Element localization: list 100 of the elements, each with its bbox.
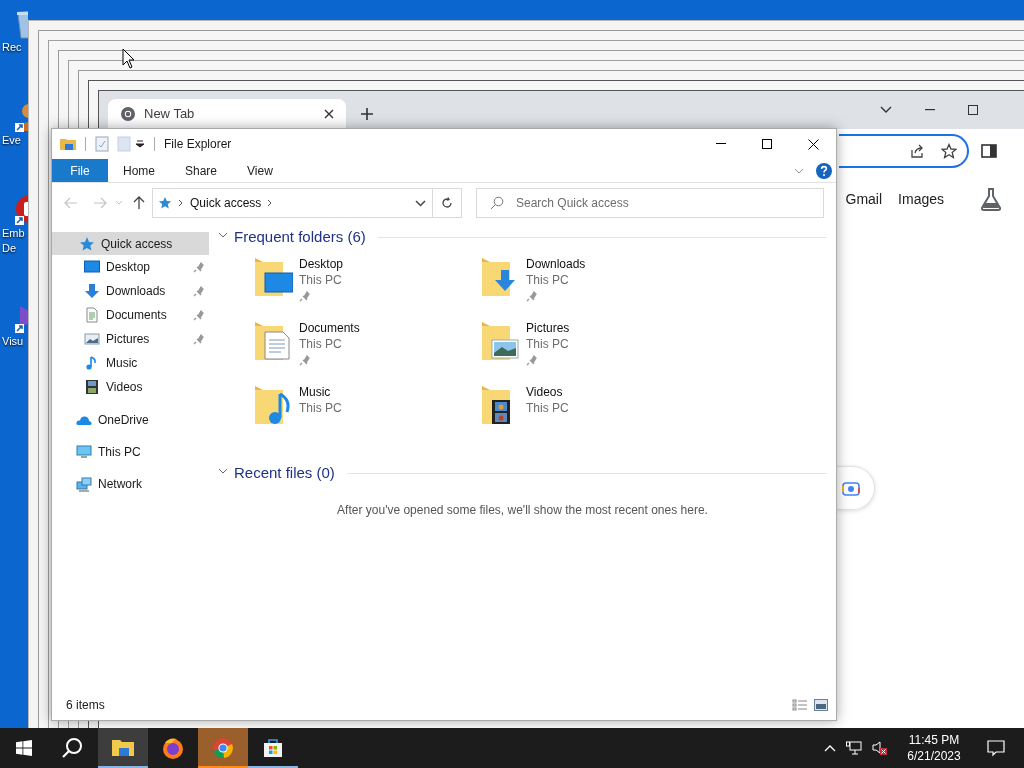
- desktop-icon-label[interactable]: Rec: [2, 40, 22, 55]
- nav-item[interactable]: This PC: [52, 440, 209, 463]
- dropdown-icon[interactable]: [135, 140, 145, 148]
- shopping-bag-icon: [261, 736, 285, 760]
- section-header[interactable]: Frequent folders (6): [234, 225, 366, 249]
- search-icon[interactable]: [61, 737, 83, 759]
- folder-name: Documents: [299, 320, 360, 336]
- close-icon: [807, 138, 819, 150]
- folder-name: Videos: [526, 384, 564, 400]
- camera-icon[interactable]: [842, 480, 860, 496]
- folder-icon: [480, 320, 520, 362]
- desktop-icon-label[interactable]: De: [2, 241, 17, 256]
- address-text: Quick access: [190, 195, 262, 212]
- star-icon[interactable]: [941, 143, 957, 159]
- nav-item[interactable]: Pictures: [52, 327, 209, 351]
- folder-name: Pictures: [526, 320, 570, 336]
- refresh-button[interactable]: [433, 188, 462, 218]
- network-icon[interactable]: [846, 741, 862, 755]
- flask-icon[interactable]: [980, 187, 1002, 211]
- address-bar[interactable]: Quick access: [152, 188, 433, 218]
- folder-location: This PC: [526, 272, 570, 288]
- plus-icon[interactable]: [360, 107, 374, 121]
- folder-name: Music: [299, 384, 332, 400]
- folder-location: This PC: [299, 272, 343, 288]
- star-icon: [79, 235, 95, 252]
- close-icon[interactable]: [324, 109, 334, 119]
- help-icon[interactable]: [816, 162, 832, 179]
- up-arrow-icon[interactable]: [133, 196, 145, 210]
- chevron-right-icon: [178, 199, 184, 207]
- monitor-icon: [84, 259, 100, 275]
- section-header[interactable]: Recent files (0): [234, 461, 335, 485]
- folder-location: This PC: [299, 400, 342, 416]
- link[interactable]: Gmail: [845, 188, 883, 210]
- ribbon-tab[interactable]: View: [232, 159, 288, 182]
- ribbon-tab[interactable]: Share: [170, 159, 233, 182]
- folder-location: This PC: [526, 336, 570, 352]
- chevron-right-icon: [267, 199, 274, 207]
- address-bar[interactable]: [839, 134, 969, 168]
- folder-icon[interactable]: [60, 137, 76, 151]
- image-icon: [84, 331, 100, 347]
- tiles-view-icon[interactable]: [814, 699, 828, 711]
- nav-item[interactable]: Network: [52, 472, 209, 495]
- star-icon: [158, 196, 172, 210]
- chevron-up-icon[interactable]: [824, 744, 836, 752]
- taskbar-button[interactable]: [98, 728, 148, 768]
- status-text: 6 items: [66, 697, 106, 714]
- clock-date: 6/21/2023: [907, 748, 961, 764]
- minimize-icon[interactable]: [925, 109, 935, 111]
- desktop-icon-label[interactable]: Eve: [2, 133, 21, 148]
- firefox-icon: [161, 736, 185, 760]
- nav-item[interactable]: Documents: [52, 303, 209, 327]
- nav-item[interactable]: Quick access: [52, 232, 209, 255]
- search-field[interactable]: Search Quick access: [476, 188, 824, 218]
- maximize-icon[interactable]: [968, 105, 978, 115]
- clock-time: 11:45 PM: [908, 732, 960, 748]
- folder-name: Desktop: [299, 256, 344, 272]
- window-title: File Explorer: [164, 136, 233, 153]
- folder-icon: [253, 256, 293, 298]
- refresh-icon: [441, 197, 453, 209]
- nav-item[interactable]: Downloads: [52, 279, 209, 303]
- ribbon-tab[interactable]: File: [52, 159, 108, 182]
- nav-item[interactable]: Desktop: [52, 255, 209, 279]
- side-panel-icon[interactable]: [981, 143, 997, 159]
- folder-tile[interactable]: Desktop This PC: [253, 256, 480, 320]
- windows-logo-icon[interactable]: [16, 740, 32, 756]
- share-icon[interactable]: [909, 143, 925, 159]
- document-icon: [84, 307, 100, 323]
- folder-location: This PC: [526, 400, 569, 416]
- folder-tile[interactable]: Pictures This PC: [480, 320, 707, 384]
- chrome-logo-icon: [120, 106, 136, 122]
- down-arrow-icon: [84, 283, 100, 299]
- desktop-icon-label[interactable]: Emb: [2, 226, 25, 241]
- folder-location: This PC: [299, 336, 343, 352]
- minimize-icon: [716, 143, 726, 145]
- desktop-icon-label[interactable]: Visu: [2, 334, 24, 349]
- folder-tile[interactable]: Videos This PC: [480, 384, 707, 448]
- link[interactable]: Images: [898, 188, 944, 210]
- maximize-icon: [762, 139, 772, 149]
- empty-message: After you've opened some files, we'll show the most recent ones here.: [336, 502, 709, 519]
- folder-tile[interactable]: Documents This PC: [253, 320, 480, 384]
- notification-icon[interactable]: [987, 739, 1005, 757]
- chrome-icon: [211, 736, 235, 760]
- chevron-down-icon[interactable]: [415, 199, 426, 207]
- folder-icon: [253, 384, 293, 426]
- folder-name: Downloads: [526, 256, 586, 272]
- chevron-down-icon[interactable]: [880, 106, 892, 114]
- muted-speaker-icon[interactable]: [872, 740, 888, 756]
- film-icon: [84, 379, 100, 395]
- search-icon: [490, 196, 504, 210]
- nav-item[interactable]: OneDrive: [52, 408, 209, 431]
- folder-tile[interactable]: Music This PC: [253, 384, 480, 448]
- folder-tile[interactable]: Downloads This PC: [480, 256, 707, 320]
- ribbon-tab[interactable]: Home: [108, 159, 170, 182]
- folder-icon: [253, 320, 293, 362]
- network-icon: [76, 475, 92, 492]
- nav-item[interactable]: Music: [52, 351, 209, 375]
- browser-tab[interactable]: New Tab: [108, 99, 346, 129]
- computer-icon: [76, 443, 92, 460]
- nav-item[interactable]: Videos: [52, 375, 209, 399]
- clock[interactable]: 11:45 PM 6/21/2023: [894, 728, 974, 768]
